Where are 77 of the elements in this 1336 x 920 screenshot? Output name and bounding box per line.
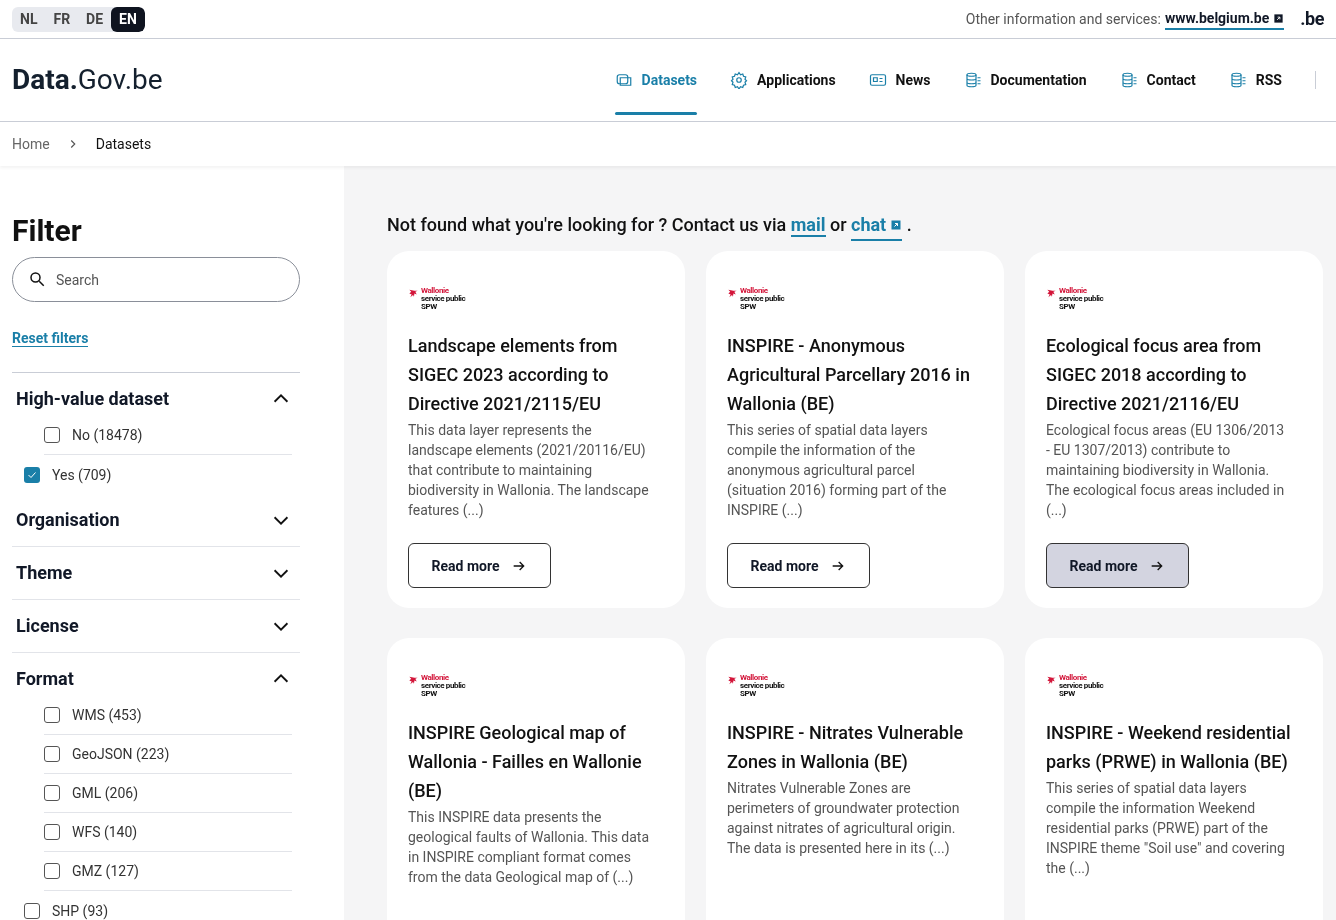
- checkbox-option[interactable]: Yes (709): [24, 455, 292, 494]
- publisher-logo: Wallonie service public SPW: [408, 674, 664, 698]
- checkbox-option[interactable]: GMZ (127): [44, 852, 292, 891]
- settings-icon: [730, 71, 749, 89]
- nav-link[interactable]: RSS: [1228, 39, 1282, 121]
- logo-mark: [727, 288, 738, 299]
- card-title: INSPIRE - Anonymous Agricultural Parcellary 2016 in Wallonia (BE): [727, 334, 971, 416]
- search-icon: [28, 270, 46, 288]
- publisher-logo: Wallonie service public SPW: [408, 287, 664, 311]
- database-icon: [963, 71, 982, 89]
- checkbox[interactable]: [24, 466, 40, 483]
- checkbox-option[interactable]: GeoJSON (223): [44, 735, 292, 774]
- checkbox[interactable]: [44, 785, 60, 801]
- language-tab[interactable]: DE: [78, 6, 112, 32]
- checkbox[interactable]: [44, 863, 60, 879]
- language-tab[interactable]: EN: [111, 6, 145, 32]
- services-label: Other information and services:: [965, 10, 1161, 29]
- card-description: This series of spatial data layers compile the information of the anonymous agricultural parcel (situation 2016) forming part of the INSPIRE (...): [727, 421, 948, 520]
- checkbox[interactable]: [44, 746, 60, 762]
- logo-mark: [1046, 675, 1057, 686]
- read-more-button[interactable]: Read more: [408, 543, 551, 588]
- card-title: Ecological focus area from SIGEC 2018 according to Directive 2021/2116/EU: [1046, 334, 1263, 416]
- reset-filters-link[interactable]: Reset filters: [12, 330, 89, 347]
- checkbox[interactable]: [24, 902, 40, 919]
- checkbox-option[interactable]: WMS (453): [44, 696, 292, 735]
- belgium-link[interactable]: www.belgium.be: [1164, 8, 1285, 30]
- filter-section-header[interactable]: License: [12, 600, 300, 652]
- mail-link[interactable]: mail: [790, 214, 826, 237]
- checkbox-option[interactable]: SHP (93): [24, 891, 292, 920]
- nav-link[interactable]: Datasets: [614, 39, 698, 121]
- chat-link[interactable]: chat: [851, 211, 903, 241]
- filter-section-header[interactable]: Organisation: [12, 494, 300, 546]
- logo-mark: [1046, 288, 1057, 299]
- card-title: INSPIRE - Nitrates Vulnerable Zones in Wallonia (BE): [727, 721, 965, 774]
- breadcrumb-link[interactable]: Home: [12, 134, 50, 154]
- nav-link[interactable]: News: [868, 39, 931, 121]
- publisher-logo: Wallonie service public SPW: [727, 287, 983, 311]
- external-link-icon: [1273, 12, 1285, 24]
- card-description: This data layer represents the landscape elements (2021/20116/EU) that contribute to maintaining biodiversity in Wallonia. The landscape features (...): [408, 421, 650, 520]
- checkbox-option[interactable]: No (18478): [44, 416, 292, 455]
- logo-mark: [727, 675, 738, 686]
- external-link-icon: [890, 219, 903, 231]
- search-field[interactable]: Search: [12, 257, 300, 302]
- language-tab[interactable]: NL: [12, 6, 46, 32]
- card-title: INSPIRE Geological map of Wallonia - Failles en Wallonie (BE): [408, 721, 643, 803]
- nav-link[interactable]: Applications: [730, 39, 836, 121]
- checkbox[interactable]: [44, 707, 60, 723]
- site-logo[interactable]: Data.Gov.be: [12, 59, 163, 101]
- checkbox[interactable]: [44, 427, 60, 443]
- brand-logo: .be: [1300, 7, 1324, 31]
- datasets-icon: [614, 71, 633, 89]
- filter-title: Filter: [12, 212, 83, 250]
- publisher-logo: Wallonie service public SPW: [1046, 674, 1302, 698]
- read-more-button[interactable]: Read more: [1046, 543, 1189, 588]
- checkbox-option[interactable]: WFS (140): [44, 813, 292, 852]
- card-description: This series of spatial data layers compile the information Weekend residential parks (PRWE) part of the INSPIRE theme "Soil use" and covering the (...): [1046, 779, 1286, 878]
- card-title: INSPIRE - Weekend residential parks (PRWE) in Wallonia (BE): [1046, 721, 1292, 774]
- card-description: Ecological focus areas (EU 1306/2013 - EU 1307/2013) contribute to maintaining biodiversity in Wallonia. The ecological focus areas included in (...): [1046, 421, 1286, 520]
- card-description: This INSPIRE data presents the geological faults of Wallonia. This data in INSPIRE compliant format comes from the data Geological map of (...): [408, 808, 651, 887]
- card-description: Nitrates Vulnerable Zones are perimeters of groundwater protection against nitrates of agricultural origin. The data is presented here in its (...): [727, 779, 961, 858]
- filter-section-header[interactable]: Theme: [12, 547, 300, 599]
- newspaper-icon: [868, 71, 887, 89]
- read-more-button[interactable]: Read more: [727, 543, 870, 588]
- checkbox-option[interactable]: GML (206): [44, 774, 292, 813]
- logo-mark: [408, 675, 419, 686]
- logo-mark: [408, 288, 419, 299]
- publisher-logo: Wallonie service public SPW: [727, 674, 983, 698]
- database-icon: [1119, 71, 1138, 89]
- breadcrumb-link[interactable]: Datasets: [95, 134, 152, 154]
- checkbox[interactable]: [44, 824, 60, 840]
- card-title: Landscape elements from SIGEC 2023 according to Directive 2021/2115/EU: [408, 334, 619, 416]
- language-tab[interactable]: FR: [45, 6, 79, 32]
- nav-link[interactable]: Contact: [1119, 39, 1196, 121]
- nav-link[interactable]: Documentation: [963, 39, 1087, 121]
- contact-message: Not found what you're looking for ? Contact us via mail or chat .: [387, 211, 1323, 241]
- publisher-logo: Wallonie service public SPW: [1046, 287, 1302, 311]
- database-icon: [1228, 71, 1247, 89]
